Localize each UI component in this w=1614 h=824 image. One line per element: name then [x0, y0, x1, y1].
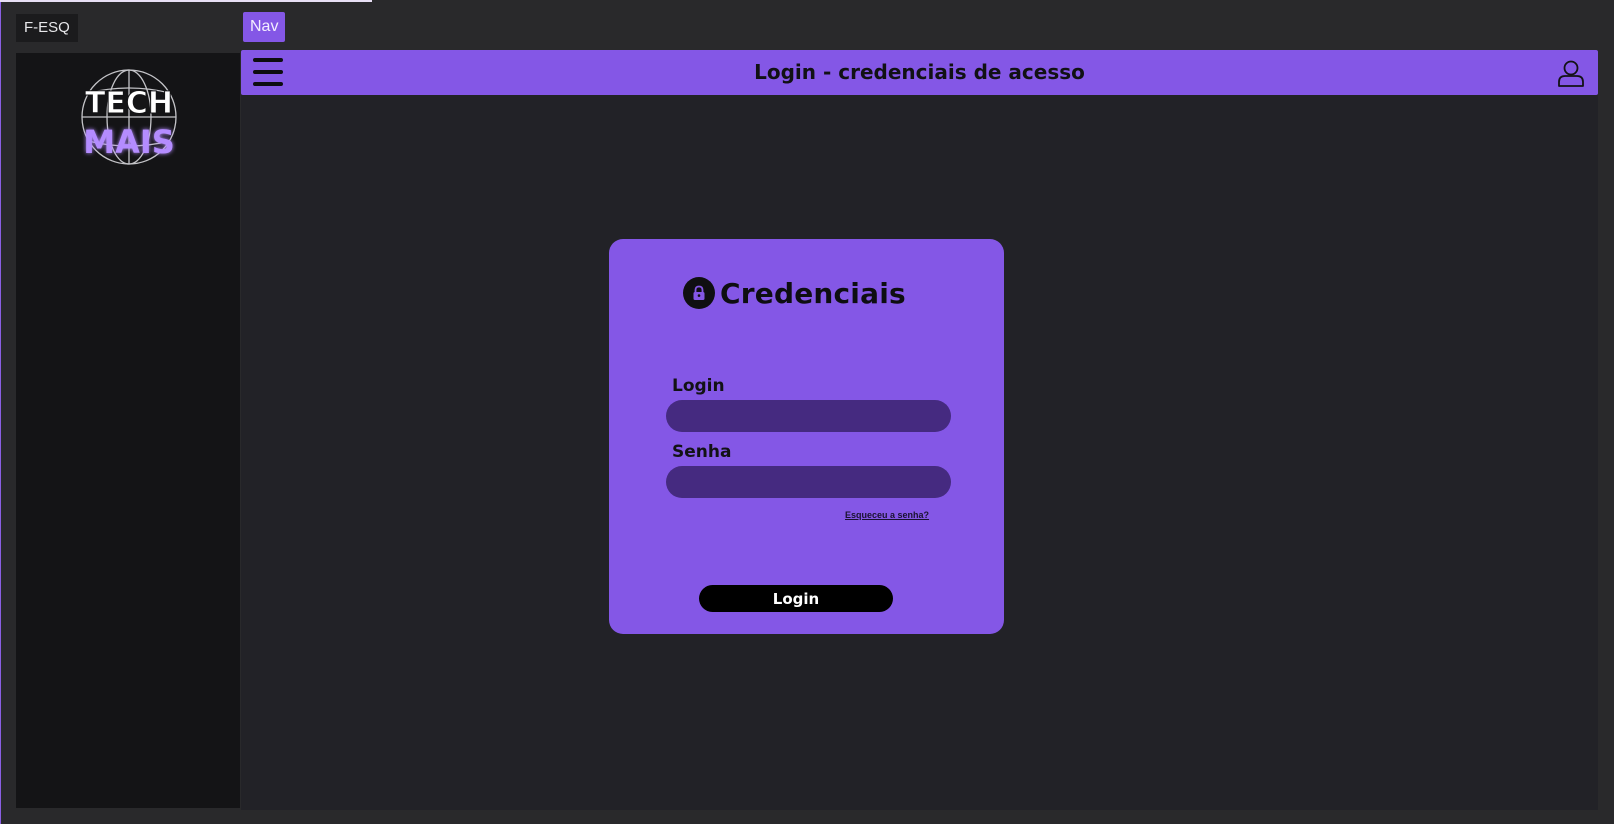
techmais-logo[interactable]: TECH MAIS	[74, 61, 184, 173]
password-label: Senha	[672, 442, 732, 462]
credentials-card: Credenciais Login Senha Esqueceu a senha…	[609, 239, 1004, 634]
sidebar: TECH MAIS	[16, 53, 240, 808]
forgot-password-link[interactable]: Esqueceu a senha?	[845, 510, 929, 520]
card-title: Credenciais	[683, 275, 906, 311]
nav-tag: Nav	[243, 12, 286, 42]
user-icon[interactable]	[1556, 58, 1586, 88]
login-input[interactable]	[666, 400, 951, 432]
lock-icon	[683, 277, 715, 309]
password-input[interactable]	[666, 466, 951, 498]
top-navbar: Login - credenciais de acesso	[241, 50, 1598, 95]
main-content: Login - credenciais de acesso Credenciai…	[241, 50, 1598, 810]
app-frame: F-ESQ Nav TECH MAIS Login - credenciais …	[0, 0, 1614, 824]
sidebar-tag: F-ESQ	[16, 14, 78, 42]
page-title: Login - credenciais de acesso	[754, 60, 1085, 84]
top-accent-line	[0, 0, 372, 2]
login-button[interactable]: Login	[699, 585, 893, 612]
logo-text-mais: MAIS	[83, 123, 175, 161]
login-label: Login	[672, 376, 725, 396]
logo-text-tech: TECH	[85, 86, 173, 121]
card-title-text: Credenciais	[720, 276, 906, 310]
